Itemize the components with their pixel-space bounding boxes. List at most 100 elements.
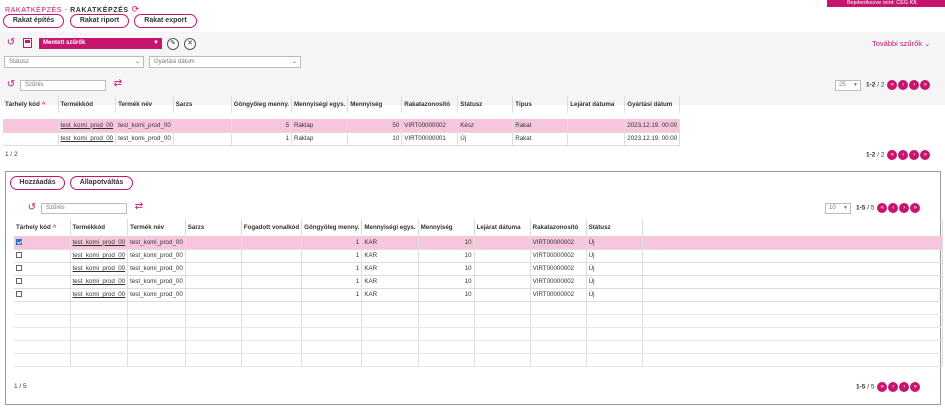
product-code-link[interactable]: test_komi_prod_00 xyxy=(70,275,129,289)
column-header[interactable]: Termékkód xyxy=(58,96,117,113)
column-header[interactable]: Sarzs xyxy=(173,96,232,113)
production-date-filter[interactable]: Gyártási dátum ⌄ xyxy=(149,56,301,68)
row-checkbox[interactable] xyxy=(16,278,22,285)
production-date-placeholder: Gyártási dátum xyxy=(154,59,195,65)
more-filters-link[interactable]: További szűrők ⌄ xyxy=(872,39,930,48)
top-pager: 1-2 / 2 «‹ ›» xyxy=(866,80,931,90)
column-header[interactable]: Mennyiségi egys. xyxy=(291,96,349,113)
column-header[interactable]: Mennyiség xyxy=(418,219,475,236)
row-checkbox[interactable] xyxy=(16,291,22,298)
saved-filters-select[interactable]: Mentett szűrők ▼ xyxy=(39,38,162,49)
table-row[interactable]: test_komi_prod_00 test_komi_prod_00 1 KAR 10… xyxy=(14,236,943,250)
next-page-icon[interactable]: › xyxy=(899,382,910,392)
column-header[interactable]: Típus xyxy=(512,96,569,113)
column-header[interactable]: Gyártási dátum xyxy=(624,96,681,113)
login-badge: Bejelentkezve mint: CÉG Kft. xyxy=(827,0,945,7)
column-header[interactable]: Mennyiségi egys. xyxy=(361,219,419,236)
last-page-icon[interactable]: » xyxy=(920,80,931,90)
row-checkbox[interactable] xyxy=(16,265,22,272)
first-page-icon[interactable]: « xyxy=(877,203,888,213)
empty-row xyxy=(14,353,943,367)
swap-icon[interactable]: ⇄ xyxy=(112,79,124,89)
table-row[interactable]: test_komi_prod_00 test_komi_prod_00 1 KAR 10… xyxy=(14,249,943,263)
table-row[interactable]: test_komi_prod_00 test_komi_prod_00 1 KAR 10… xyxy=(14,288,943,302)
top-page-size-select[interactable]: 25 ▼ xyxy=(835,80,861,91)
column-header[interactable]: Mennyiség xyxy=(347,96,403,113)
column-header[interactable]: Termék név xyxy=(115,96,174,113)
sort-asc-icon: ^ xyxy=(52,224,57,231)
next-page-icon[interactable]: › xyxy=(899,203,910,213)
column-header[interactable]: Sarzs xyxy=(185,219,242,236)
refresh-icon[interactable]: ↺ xyxy=(27,203,37,213)
column-header[interactable]: Lejárat dátuma xyxy=(567,96,626,113)
column-header[interactable]: Termék név xyxy=(127,219,186,236)
swap-icon[interactable]: ⇄ xyxy=(133,202,145,212)
last-page-icon[interactable]: » xyxy=(910,203,921,213)
pager-total: 2 xyxy=(880,81,885,89)
prev-page-icon[interactable]: ‹ xyxy=(898,80,909,90)
product-code-link[interactable]: test_komi_prod_00 xyxy=(70,249,129,263)
bottom-grid-table: Tárhely kód ^ Termékkód Termék név Sarzs … xyxy=(14,219,943,367)
bottom-pager: 1-5 / 5 «‹ ›» xyxy=(856,203,921,213)
column-header[interactable]: Göngyöleg menny. xyxy=(301,219,363,236)
breadcrumb-separator: - xyxy=(62,7,71,14)
bottom-pager-bottom: 1-5 / 5 «‹ ›» xyxy=(856,382,921,392)
next-page-icon[interactable]: › xyxy=(909,150,920,160)
column-header[interactable]: Rakatazonosító xyxy=(401,96,459,113)
top-page-indicator: 1 / 2 xyxy=(5,151,18,158)
last-page-icon[interactable]: » xyxy=(920,150,931,160)
column-header[interactable]: Fogadott vonalkód xyxy=(241,219,303,236)
next-page-icon[interactable]: › xyxy=(909,80,920,90)
first-page-icon[interactable]: « xyxy=(877,382,888,392)
product-code-link[interactable]: test_komi_prod_00 xyxy=(58,119,117,133)
page-size-value: 10 xyxy=(829,205,836,211)
pencil-icon[interactable]: ✎ xyxy=(167,38,179,50)
column-header[interactable]: Státusz xyxy=(586,219,643,236)
bottom-grid-search-input[interactable]: Szűrés xyxy=(41,203,127,214)
row-checkbox[interactable] xyxy=(16,239,22,246)
refresh-icon[interactable]: ⟳ xyxy=(132,4,140,14)
status-filter-select[interactable]: Státusz ⌄ xyxy=(4,56,144,68)
refresh-icon[interactable]: ↺ xyxy=(6,80,16,90)
prev-page-icon[interactable]: ‹ xyxy=(898,150,909,160)
product-code-link[interactable]: test_komi_prod_00 xyxy=(70,288,129,302)
status-filter-placeholder: Státusz xyxy=(9,59,30,65)
status-change-button[interactable]: Állapotváltás xyxy=(70,176,133,190)
column-header[interactable]: Termékkód xyxy=(70,219,129,236)
empty-row xyxy=(14,327,943,341)
product-code-link[interactable]: test_komi_prod_00 xyxy=(70,236,129,250)
column-header[interactable]: Rakatazonosító xyxy=(530,219,587,236)
rakat-export-button[interactable]: Rakat export xyxy=(134,14,197,28)
table-row[interactable]: test_komi_prod_00 test_komi_prod_00 5 Ra… xyxy=(3,119,681,133)
rakat-build-button[interactable]: Rakat építés xyxy=(3,14,64,28)
prev-page-icon[interactable]: ‹ xyxy=(888,203,899,213)
column-header[interactable]: Státusz xyxy=(457,96,514,113)
saved-filters-label: Mentett szűrők xyxy=(43,40,86,46)
pager-range: 1-2 xyxy=(866,81,876,89)
column-header[interactable]: Lejárat dátuma xyxy=(474,219,531,236)
last-page-icon[interactable]: » xyxy=(910,382,921,392)
product-code-link[interactable]: test_komi_prod_00 xyxy=(58,132,117,146)
close-icon[interactable]: ✕ xyxy=(184,38,196,50)
add-button[interactable]: Hozzáadás xyxy=(10,176,65,190)
rakat-report-button[interactable]: Rakat riport xyxy=(70,14,129,28)
table-row[interactable]: test_komi_prod_00 test_komi_prod_00 1 KAR 10… xyxy=(14,262,943,276)
table-row[interactable]: test_komi_prod_00 test_komi_prod_00 1 KAR 10… xyxy=(14,275,943,289)
empty-row xyxy=(14,314,943,328)
bottom-page-size-select[interactable]: 10 ▼ xyxy=(825,203,851,214)
chevron-down-icon: ▼ xyxy=(153,40,159,46)
reset-filter-icon[interactable]: ↺ xyxy=(6,38,16,48)
first-page-icon[interactable]: « xyxy=(887,80,898,90)
table-row[interactable]: test_komi_prod_00 test_komi_prod_00 1 Ra… xyxy=(3,132,681,146)
column-header[interactable]: Tárhely kód ^ xyxy=(14,219,71,236)
prev-page-icon[interactable]: ‹ xyxy=(888,382,899,392)
product-code-link[interactable]: test_komi_prod_00 xyxy=(70,262,129,276)
page-size-value: 25 xyxy=(839,82,846,88)
column-header[interactable]: Tárhely kód ^ xyxy=(3,96,59,113)
breadcrumb-parent[interactable]: RAKATKÉPZÉS xyxy=(5,7,62,14)
first-page-icon[interactable]: « xyxy=(887,150,898,160)
top-grid-search-input[interactable]: Szűrés xyxy=(20,80,106,91)
column-header[interactable]: Göngyöleg menny. xyxy=(231,96,293,113)
row-checkbox[interactable] xyxy=(16,252,22,259)
save-icon[interactable] xyxy=(23,38,32,48)
